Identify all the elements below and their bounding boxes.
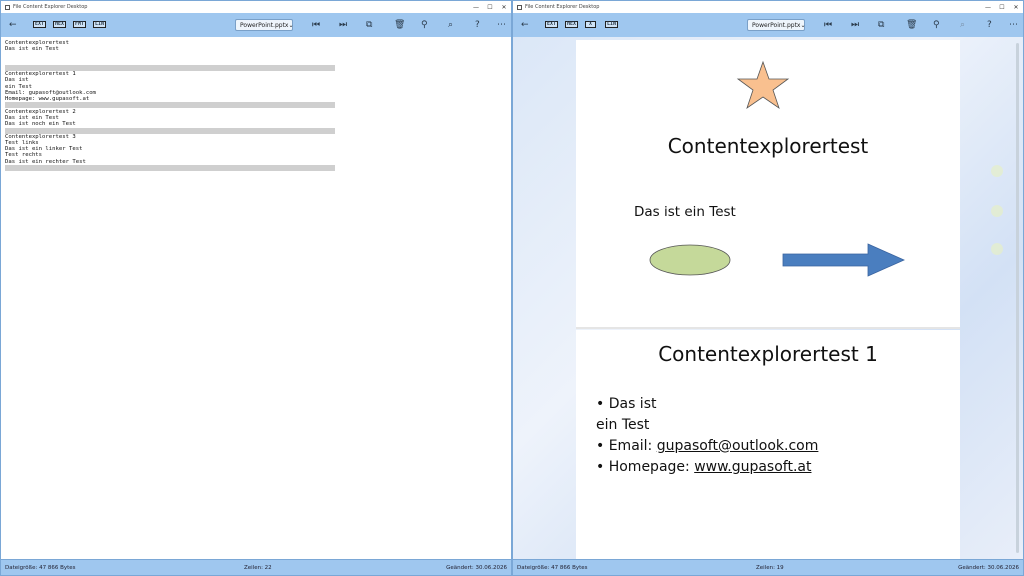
close-icon[interactable]: ✕ [497, 4, 511, 11]
fmt-button[interactable]: FMT [73, 21, 87, 28]
text-line: Das ist noch ein Test [5, 121, 76, 128]
ext-button[interactable]: EXT [33, 21, 47, 28]
ext-button[interactable]: EXT [545, 21, 559, 28]
back-arrow-icon[interactable]: ← [521, 19, 529, 31]
pin-icon[interactable]: ⚲ [933, 19, 940, 31]
slide-2-title: Contentexplorertest 1 [658, 342, 878, 366]
slide-1: Contentexplorertest Das ist ein Test [576, 40, 960, 328]
extracted-text: Contentexplorertest Das ist ein Test Conte… [5, 40, 335, 172]
minimize-icon[interactable]: — [981, 4, 995, 11]
bullet-label: • Homepage: [596, 459, 695, 475]
maximize-icon[interactable]: ☐ [483, 4, 497, 11]
text-line [5, 58, 335, 64]
decor-dot [991, 165, 1003, 177]
screen: File Content Explorer Desktop — ☐ ✕ ← EX… [0, 0, 1024, 576]
bullet-item: • Email: gupasoft@outlook.com [596, 436, 818, 457]
separator-bar [5, 64, 335, 71]
title-bar: File Content Explorer Desktop — ☐ ✕ [1, 1, 511, 13]
left-window: File Content Explorer Desktop — ☐ ✕ ← EX… [0, 0, 512, 576]
first-icon[interactable]: ⏮ [824, 19, 832, 31]
back-arrow-icon[interactable]: ← [9, 19, 17, 31]
text-line: Homepage: www.gupasoft.at [5, 95, 90, 102]
ellipse-shape [649, 244, 731, 276]
close-icon[interactable]: ✕ [1009, 4, 1023, 11]
chevron-down-icon: ⌄ [288, 21, 294, 29]
app-icon [5, 4, 10, 10]
arrow-shape [782, 243, 905, 277]
more-icon[interactable]: ⋯ [497, 19, 506, 31]
copy-icon[interactable]: ⧉ [878, 19, 884, 31]
bullet-label: • Email: [596, 438, 657, 454]
first-icon[interactable]: ⏮ [312, 19, 320, 31]
search-icon[interactable]: ⌕ [960, 19, 965, 31]
slide-1-text: Das ist ein Test [634, 204, 736, 220]
status-bar: Dateigröße: 47 866 Bytes Zeilen: 19 Geän… [513, 559, 1023, 575]
lin-button[interactable]: LIN [93, 21, 107, 28]
search-icon[interactable]: ⌕ [448, 19, 453, 31]
decor-dot [991, 205, 1003, 217]
app-icon [517, 4, 522, 10]
email-link[interactable]: gupasoft@outlook.com [657, 438, 819, 454]
delete-icon[interactable]: 🗑 [906, 19, 917, 31]
bullet-item: • Das ist [596, 396, 657, 412]
pin-icon[interactable]: ⚲ [421, 19, 428, 31]
file-dropdown[interactable]: PowerPoint.pptx ⌄ [747, 19, 806, 31]
toolbar: ← EXT HEX X LIN PowerPoint.pptx ⌄ ⏮ ⏭ ⧉ … [513, 13, 1023, 37]
bullet-item: ein Test [596, 417, 650, 433]
lin-button[interactable]: LIN [605, 21, 619, 28]
maximize-icon[interactable]: ☐ [995, 4, 1009, 11]
status-file-size: Dateigröße: 47 866 Bytes [5, 565, 76, 571]
star-shape [736, 60, 790, 110]
status-file-size: Dateigröße: 47 866 Bytes [517, 565, 588, 571]
help-icon[interactable]: ? [987, 19, 992, 31]
right-window: File Content Explorer Desktop — ☐ ✕ ← EX… [512, 0, 1024, 576]
chevron-down-icon: ⌄ [800, 21, 806, 29]
file-dropdown-label: PowerPoint.pptx [240, 21, 289, 29]
homepage-link[interactable]: www.gupasoft.at [694, 459, 811, 475]
copy-icon[interactable]: ⧉ [366, 19, 372, 31]
status-modified: Geändert: 30.06.2026 [446, 565, 507, 571]
bullet-item: • Homepage: www.gupasoft.at [596, 457, 818, 478]
hex-button[interactable]: HEX [53, 21, 67, 28]
separator-bar [5, 127, 335, 134]
file-dropdown[interactable]: PowerPoint.pptx ⌄ [235, 19, 294, 31]
separator-bar [5, 102, 335, 109]
help-icon[interactable]: ? [475, 19, 480, 31]
minimize-icon[interactable]: — [469, 4, 483, 11]
last-icon[interactable]: ⏭ [851, 19, 859, 31]
status-bar: Dateigröße: 47 866 Bytes Zeilen: 22 Geän… [1, 559, 511, 575]
slide-2-bullets: • Das ist ein Test • Email: gupasoft@out… [596, 394, 818, 478]
vertical-scrollbar[interactable] [1016, 43, 1019, 553]
toolbar: ← EXT HEX FMT LIN PowerPoint.pptx ⌄ ⏮ ⏭ … [1, 13, 511, 37]
status-modified: Geändert: 30.06.2026 [958, 565, 1019, 571]
slide-1-title: Contentexplorertest [667, 134, 869, 158]
title-bar: File Content Explorer Desktop — ☐ ✕ [513, 1, 1023, 13]
status-line-count: Zeilen: 22 [244, 565, 272, 571]
slide-divider [576, 327, 960, 329]
delete-icon[interactable]: 🗑 [394, 19, 405, 31]
last-icon[interactable]: ⏭ [339, 19, 347, 31]
file-dropdown-label: PowerPoint.pptx [752, 21, 801, 29]
text-line: Das ist ein rechter Test [5, 158, 86, 165]
decor-dot [991, 243, 1003, 255]
status-line-count: Zeilen: 19 [756, 565, 784, 571]
x-button[interactable]: X [585, 21, 597, 28]
window-title: File Content Explorer Desktop [525, 4, 600, 10]
slide-1-shapes [649, 60, 905, 277]
more-icon[interactable]: ⋯ [1009, 19, 1018, 31]
window-title: File Content Explorer Desktop [13, 4, 88, 10]
hex-button[interactable]: HEX [565, 21, 579, 28]
slide-preview[interactable]: Contentexplorertest Das ist ein Test Con… [513, 37, 1023, 559]
text-view[interactable]: Contentexplorertest Das ist ein Test Conte… [1, 37, 511, 559]
slide-2: Contentexplorertest 1 • Das ist ein Test… [576, 330, 960, 559]
separator-bar [5, 165, 335, 172]
